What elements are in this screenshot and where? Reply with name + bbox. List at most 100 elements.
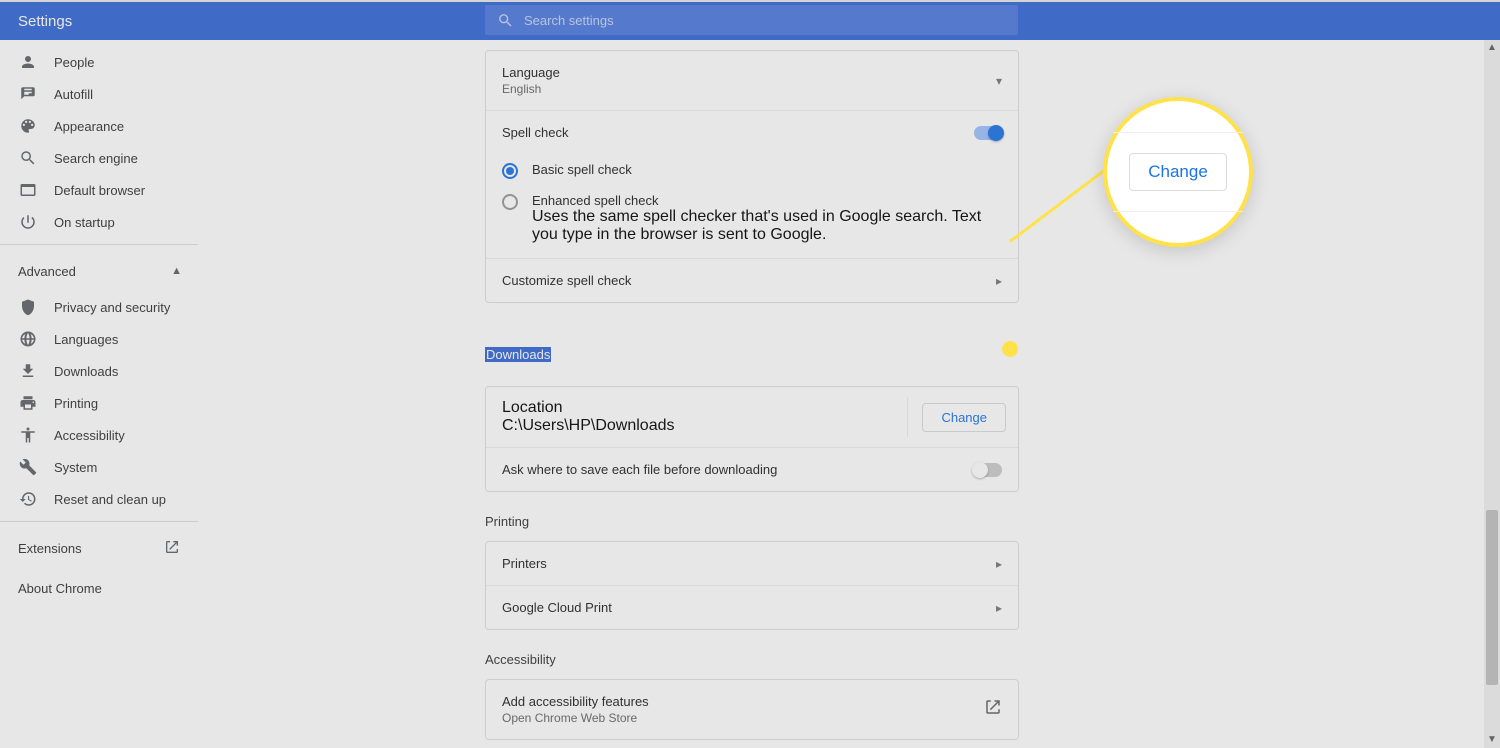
sidebar-item-system[interactable]: System — [0, 451, 198, 483]
customize-label: Customize spell check — [502, 273, 631, 288]
chevron-right-icon: ▸ — [996, 601, 1002, 615]
callout-inner: Change — [1113, 132, 1243, 212]
sidebar-label: Search engine — [54, 151, 138, 166]
restore-icon — [18, 489, 38, 509]
printing-section-title: Printing — [485, 514, 1019, 529]
sidebar-item-printing[interactable]: Printing — [0, 387, 198, 419]
scrollbar-thumb[interactable] — [1486, 510, 1498, 685]
autofill-icon — [18, 84, 38, 104]
palette-icon — [18, 116, 38, 136]
search-input[interactable] — [524, 13, 1018, 28]
sidebar-item-accessibility[interactable]: Accessibility — [0, 419, 198, 451]
chevron-right-icon: ▸ — [996, 274, 1002, 288]
accessibility-card: Add accessibility features Open Chrome W… — [485, 679, 1019, 740]
search-settings-field[interactable] — [485, 5, 1018, 35]
sidebar-item-appearance[interactable]: Appearance — [0, 110, 198, 142]
enhanced-spell-label: Enhanced spell check — [532, 193, 1002, 208]
ask-where-toggle[interactable] — [974, 463, 1002, 477]
about-label: About Chrome — [18, 581, 102, 596]
sidebar-label: On startup — [54, 215, 115, 230]
sidebar-item-extensions[interactable]: Extensions — [0, 528, 198, 568]
enhanced-spell-desc: Uses the same spell checker that's used … — [532, 208, 1002, 244]
printers-label: Printers — [502, 556, 547, 571]
sidebar-label: Printing — [54, 396, 98, 411]
sidebar-label: Default browser — [54, 183, 145, 198]
sidebar-label: Autofill — [54, 87, 93, 102]
spell-check-row: Spell check — [486, 110, 1018, 154]
download-icon — [18, 361, 38, 381]
scroll-down-arrow[interactable]: ▼ — [1484, 732, 1500, 748]
sidebar-item-people[interactable]: People — [0, 46, 198, 78]
location-label: Location — [502, 399, 893, 417]
sidebar-item-languages[interactable]: Languages — [0, 323, 198, 355]
sidebar-label: Accessibility — [54, 428, 125, 443]
app-title: Settings — [18, 13, 72, 30]
radio-icon — [502, 194, 518, 210]
sidebar-item-search-engine[interactable]: Search engine — [0, 142, 198, 174]
add-accessibility-label: Add accessibility features — [502, 694, 649, 709]
sidebar-item-autofill[interactable]: Autofill — [0, 78, 198, 110]
enhanced-spell-check-option[interactable]: Enhanced spell check Uses the same spell… — [486, 185, 1018, 258]
basic-spell-check-option[interactable]: Basic spell check — [486, 154, 1018, 185]
spell-check-toggle[interactable] — [974, 126, 1002, 140]
print-icon — [18, 393, 38, 413]
cloud-print-label: Google Cloud Print — [502, 600, 612, 615]
sidebar-label: People — [54, 55, 94, 70]
accessibility-icon — [18, 425, 38, 445]
search-icon — [497, 12, 514, 29]
sidebar-item-about-chrome[interactable]: About Chrome — [0, 568, 198, 608]
sidebar-advanced-toggle[interactable]: Advanced ▲ — [0, 251, 198, 291]
open-external-icon — [164, 539, 180, 558]
language-value: English — [502, 82, 560, 96]
person-icon — [18, 52, 38, 72]
open-external-icon — [984, 698, 1002, 721]
download-location-row: Location C:\Users\HP\Downloads Change — [486, 387, 1018, 447]
browser-icon — [18, 180, 38, 200]
callout-change-button: Change — [1129, 153, 1227, 191]
sidebar-label: System — [54, 460, 97, 475]
spell-check-label: Spell check — [502, 125, 568, 140]
sidebar-item-on-startup[interactable]: On startup — [0, 206, 198, 238]
add-accessibility-row[interactable]: Add accessibility features Open Chrome W… — [486, 680, 1018, 739]
vertical-divider — [907, 397, 908, 437]
languages-card: Language English ▾ Spell check Basic spe… — [485, 50, 1019, 303]
language-row[interactable]: Language English ▾ — [486, 51, 1018, 110]
globe-icon — [18, 329, 38, 349]
customize-spell-check-row[interactable]: Customize spell check ▸ — [486, 258, 1018, 302]
scroll-up-arrow[interactable]: ▲ — [1484, 40, 1500, 56]
ask-where-row: Ask where to save each file before downl… — [486, 447, 1018, 491]
sidebar-separator — [0, 244, 198, 245]
sidebar-label: Languages — [54, 332, 118, 347]
power-icon — [18, 212, 38, 232]
sidebar-item-reset[interactable]: Reset and clean up — [0, 483, 198, 515]
sidebar: People Autofill Appearance Search engine… — [0, 46, 198, 608]
advanced-label: Advanced — [18, 264, 76, 279]
sidebar-separator — [0, 521, 198, 522]
downloads-card: Location C:\Users\HP\Downloads Change As… — [485, 386, 1019, 492]
basic-spell-label: Basic spell check — [532, 162, 632, 177]
add-accessibility-sub: Open Chrome Web Store — [502, 711, 649, 725]
cloud-print-row[interactable]: Google Cloud Print ▸ — [486, 585, 1018, 629]
extensions-label: Extensions — [18, 541, 82, 556]
chevron-down-icon: ▾ — [996, 74, 1002, 88]
sidebar-item-privacy[interactable]: Privacy and security — [0, 291, 198, 323]
accessibility-section-title: Accessibility — [485, 652, 1019, 667]
wrench-icon — [18, 457, 38, 477]
sidebar-label: Privacy and security — [54, 300, 170, 315]
language-label: Language — [502, 65, 560, 80]
sidebar-label: Appearance — [54, 119, 124, 134]
chevron-up-icon: ▲ — [171, 265, 182, 277]
radio-icon — [502, 163, 518, 179]
sidebar-item-default-browser[interactable]: Default browser — [0, 174, 198, 206]
sidebar-label: Downloads — [54, 364, 118, 379]
downloads-section-title: Downloads — [485, 347, 551, 362]
ask-where-label: Ask where to save each file before downl… — [502, 462, 777, 477]
printers-row[interactable]: Printers ▸ — [486, 542, 1018, 585]
shield-icon — [18, 297, 38, 317]
search-icon — [18, 148, 38, 168]
sidebar-label: Reset and clean up — [54, 492, 166, 507]
sidebar-item-downloads[interactable]: Downloads — [0, 355, 198, 387]
change-location-button[interactable]: Change — [922, 403, 1006, 432]
location-value: C:\Users\HP\Downloads — [502, 417, 893, 435]
main-content: Language English ▾ Spell check Basic spe… — [485, 40, 1019, 748]
